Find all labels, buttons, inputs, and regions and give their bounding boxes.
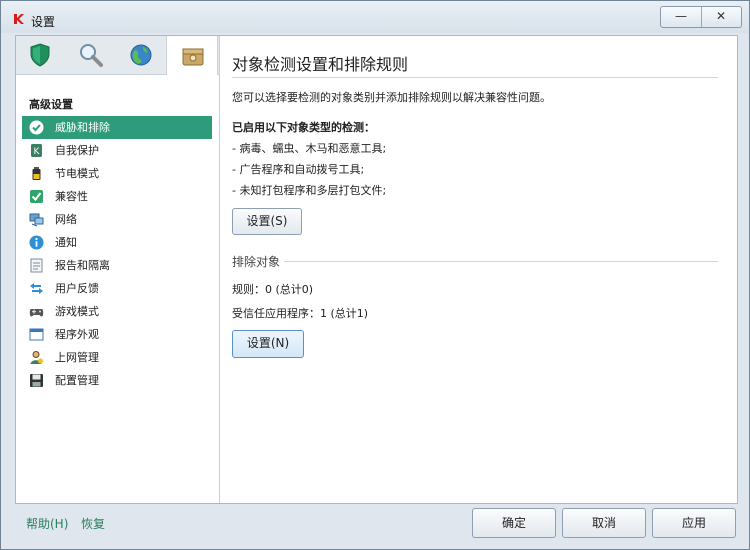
- tab-tools[interactable]: [166, 36, 218, 75]
- title-divider: [232, 77, 718, 78]
- kaspersky-logo-icon: [14, 14, 24, 24]
- sidebar-item-label: 网络: [55, 213, 77, 226]
- trusted-apps-count: 受信任应用程序：1 (总计1): [232, 307, 369, 320]
- shield-icon: [30, 43, 50, 67]
- report-icon: [30, 258, 43, 273]
- sidebar-item-parental[interactable]: 上网管理: [22, 346, 212, 369]
- checkbox-icon: [30, 190, 43, 203]
- floppy-icon: [30, 374, 43, 387]
- sidebar-item-label: 通知: [55, 236, 77, 249]
- sidebar-item-notifications[interactable]: 通知: [22, 231, 212, 254]
- description-text: 您可以选择要检测的对象类别并添加排除规则以解决兼容性问题。: [232, 91, 551, 104]
- sidebar-item-label: 节电模式: [55, 167, 99, 180]
- object-settings-button[interactable]: 设置(S): [232, 208, 302, 235]
- help-link[interactable]: 帮助(H): [26, 515, 68, 532]
- category-tabs: [16, 36, 219, 75]
- object-type-item: - 广告程序和自动拨号工具;: [232, 163, 365, 176]
- enabled-types-heading: 已启用以下对象类型的检测：: [232, 121, 375, 134]
- sidebar-item-config[interactable]: 配置管理: [22, 369, 212, 392]
- sidebar-item-appearance[interactable]: 程序外观: [22, 323, 212, 346]
- window-title: 设置: [31, 15, 56, 29]
- content-frame: 高级设置 威胁和排除 K 自我保护 节电模式 兼容性 网络 通知 报告和隔离 用…: [15, 35, 738, 504]
- sidebar-item-label: 游戏模式: [55, 305, 99, 318]
- sidebar-item-label: 报告和隔离: [55, 259, 110, 272]
- sidebar-item-feedback[interactable]: 用户反馈: [22, 277, 212, 300]
- settings-window: 设置 — ✕ 高级设置 威胁和排除 K 自我保护 节电模式 兼容性 网络 通知 …: [0, 0, 750, 550]
- rules-count: 规则：0 (总计0): [232, 283, 314, 296]
- sidebar-item-compatibility[interactable]: 兼容性: [22, 185, 212, 208]
- close-button[interactable]: ✕: [701, 7, 741, 27]
- page-title: 对象检测设置和排除规则: [232, 55, 409, 74]
- toolbox-icon: [182, 48, 204, 66]
- window-icon: [29, 328, 44, 341]
- ok-button[interactable]: 确定: [472, 508, 556, 538]
- sidebar-item-network[interactable]: 网络: [22, 208, 212, 231]
- sidebar-item-label: 上网管理: [55, 351, 99, 364]
- tab-protection[interactable]: [16, 36, 66, 74]
- sidebar-item-label: 威胁和排除: [55, 121, 110, 134]
- title-bar: 设置 — ✕: [1, 1, 749, 33]
- arrows-icon: [30, 283, 43, 294]
- sidebar-item-threats[interactable]: 威胁和排除: [22, 116, 212, 139]
- check-shield-icon: [29, 120, 44, 135]
- sidebar-item-label: 自我保护: [55, 144, 99, 157]
- sidebar-item-label: 配置管理: [55, 374, 99, 387]
- settings-nav: 威胁和排除 K 自我保护 节电模式 兼容性 网络 通知 报告和隔离 用户反馈 游…: [22, 116, 212, 392]
- exclusions-settings-button[interactable]: 设置(N): [232, 330, 304, 358]
- sidebar: 高级设置 威胁和排除 K 自我保护 节电模式 兼容性 网络 通知 报告和隔离 用…: [16, 36, 220, 503]
- exclusions-divider: [232, 261, 718, 262]
- globe-icon: [130, 44, 152, 66]
- sidebar-item-reports[interactable]: 报告和隔离: [22, 254, 212, 277]
- network-icon: [29, 213, 44, 227]
- sidebar-item-label: 程序外观: [55, 328, 99, 341]
- magnifier-icon: [80, 44, 103, 67]
- exclusions-heading: 排除对象: [232, 253, 285, 270]
- minimize-button[interactable]: —: [661, 7, 702, 27]
- sidebar-item-label: 用户反馈: [55, 282, 99, 295]
- sidebar-heading: 高级设置: [29, 98, 73, 111]
- cancel-button[interactable]: 取消: [562, 508, 646, 538]
- user-icon: [30, 351, 43, 364]
- apply-button[interactable]: 应用: [652, 508, 736, 538]
- info-icon: [29, 235, 44, 250]
- self-defense-icon: K: [31, 144, 42, 157]
- main-panel: 对象检测设置和排除规则 您可以选择要检测的对象类别并添加排除规则以解决兼容性问题…: [220, 36, 736, 503]
- sidebar-item-label: 兼容性: [55, 190, 88, 203]
- tab-web[interactable]: [116, 36, 166, 74]
- object-type-item: - 病毒、蠕虫、木马和恶意工具;: [232, 142, 387, 155]
- tab-scan[interactable]: [66, 36, 116, 74]
- sidebar-item-power-saving[interactable]: 节电模式: [22, 162, 212, 185]
- window-controls: — ✕: [660, 6, 742, 28]
- battery-icon: [32, 167, 41, 180]
- gamepad-icon: [29, 309, 44, 317]
- object-type-item: - 未知打包程序和多层打包文件;: [232, 184, 387, 197]
- sidebar-item-gaming[interactable]: 游戏模式: [22, 300, 212, 323]
- sidebar-item-self-defense[interactable]: K 自我保护: [22, 139, 212, 162]
- restore-link[interactable]: 恢复: [81, 515, 105, 532]
